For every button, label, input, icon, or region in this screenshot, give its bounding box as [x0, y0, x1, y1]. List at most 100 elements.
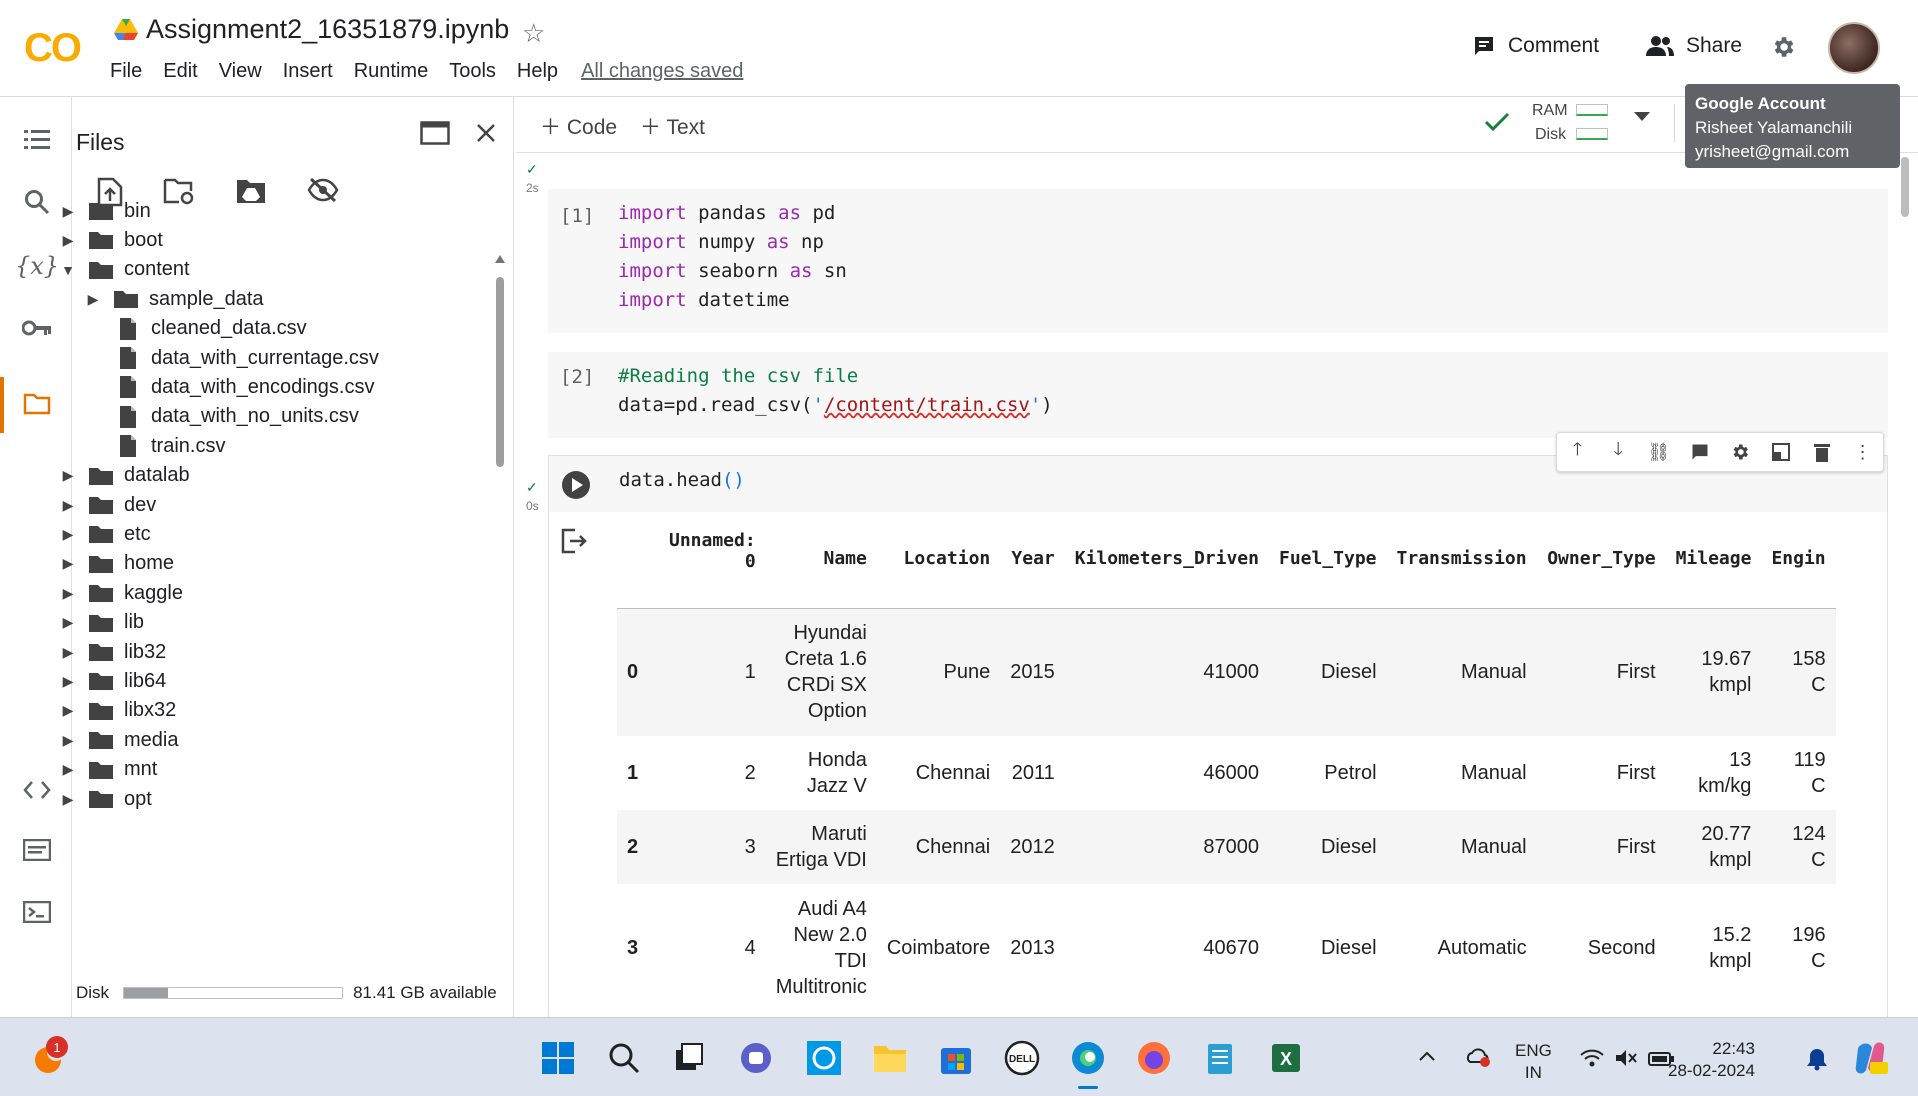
- hide-files-icon[interactable]: [307, 177, 339, 207]
- share-button[interactable]: Share: [1646, 34, 1742, 58]
- move-down-icon[interactable]: 🡓: [1604, 438, 1632, 466]
- resources-dropdown-icon[interactable]: [1634, 112, 1650, 122]
- cortana-icon[interactable]: [806, 1040, 842, 1076]
- expand-arrow-icon[interactable]: ▶: [56, 761, 80, 778]
- menu-edit[interactable]: Edit: [163, 60, 197, 83]
- column-header: Unnamed: 0: [659, 510, 766, 609]
- comment-button[interactable]: Comment: [1472, 34, 1599, 58]
- code-cell-1[interactable]: [1] import pandas as pd import numpy as …: [548, 189, 1888, 333]
- notepad-icon[interactable]: [1202, 1040, 1238, 1076]
- variables-icon[interactable]: {𝑥}: [15, 249, 59, 283]
- firefox-icon[interactable]: [1136, 1040, 1172, 1076]
- tooltip-name: Risheet Yalamanchili: [1695, 118, 1853, 137]
- share-label: Share: [1686, 34, 1743, 57]
- comment-cell-icon[interactable]: [1686, 438, 1714, 466]
- menu-insert[interactable]: Insert: [283, 60, 333, 83]
- taskbar-search-icon[interactable]: [606, 1040, 642, 1076]
- terminal-icon[interactable]: [20, 895, 54, 929]
- folder-icon: [89, 526, 113, 544]
- onedrive-error-icon[interactable]: [1466, 1046, 1492, 1068]
- column-header: Engin: [1761, 510, 1836, 609]
- notebook-title[interactable]: Assignment2_16351879.ipynb: [146, 14, 509, 45]
- expand-arrow-icon[interactable]: ▶: [56, 497, 80, 514]
- account-avatar[interactable]: [1828, 22, 1880, 74]
- collapse-arrow-icon[interactable]: ▼: [56, 262, 80, 278]
- input-language[interactable]: ENG IN: [1515, 1040, 1552, 1084]
- expand-arrow-icon[interactable]: ▶: [56, 702, 80, 719]
- folder-icon: [89, 614, 113, 632]
- close-panel-icon[interactable]: [476, 123, 496, 143]
- colab-logo[interactable]: CO: [24, 26, 82, 71]
- expand-arrow-icon[interactable]: ▶: [81, 291, 105, 308]
- refresh-folder-icon[interactable]: [163, 177, 195, 207]
- cell-settings-icon[interactable]: [1726, 438, 1754, 466]
- expand-arrow-icon[interactable]: ▶: [56, 614, 80, 631]
- output-actions-icon[interactable]: [561, 528, 589, 554]
- code-snippets-icon[interactable]: [20, 773, 54, 807]
- run-cell-button[interactable]: [561, 470, 591, 500]
- menu-view[interactable]: View: [219, 60, 262, 83]
- tree-item-label: lib: [124, 611, 145, 634]
- files-panel-title: Files: [76, 129, 125, 155]
- notebook-scrollbar[interactable]: [1897, 153, 1913, 1013]
- table-of-contents-icon[interactable]: [20, 123, 54, 157]
- disk-usage: Disk 81.41 GB available: [76, 983, 497, 1003]
- move-up-icon[interactable]: 🡑: [1563, 438, 1591, 466]
- expand-arrow-icon[interactable]: ▶: [56, 732, 80, 749]
- command-palette-icon[interactable]: [20, 833, 54, 867]
- menu-file[interactable]: File: [110, 60, 142, 83]
- expand-arrow-icon[interactable]: ▶: [56, 791, 80, 808]
- more-options-icon[interactable]: ⋮: [1849, 438, 1877, 466]
- code-editor[interactable]: data.head(): [619, 466, 745, 495]
- table-cell: 2012: [1000, 810, 1065, 884]
- wifi-icon[interactable]: [1580, 1048, 1604, 1068]
- expand-arrow-icon[interactable]: ▶: [56, 585, 80, 602]
- code-editor[interactable]: import pandas as pd import numpy as np i…: [618, 199, 847, 315]
- folder-icon: [89, 497, 113, 514]
- secrets-key-icon[interactable]: [20, 311, 54, 345]
- clock[interactable]: 22:43 28-02-2024: [1668, 1038, 1755, 1082]
- excel-icon[interactable]: X: [1268, 1040, 1304, 1076]
- table-cell: Petrol: [1268, 736, 1387, 810]
- expand-arrow-icon[interactable]: ▶: [56, 644, 80, 661]
- microsoft-store-icon[interactable]: [938, 1040, 974, 1076]
- code-cell-2[interactable]: [2] #Reading the csv file data=pd.read_c…: [548, 352, 1888, 438]
- files-folder-icon[interactable]: [20, 387, 54, 421]
- teams-icon[interactable]: [738, 1040, 774, 1076]
- menu-runtime[interactable]: Runtime: [354, 60, 428, 83]
- add-text-button[interactable]: ＋ Text: [640, 111, 705, 141]
- code-editor[interactable]: #Reading the csv file data=pd.read_csv('…: [618, 362, 1053, 420]
- mount-drive-icon[interactable]: [235, 177, 267, 207]
- mirror-cell-icon[interactable]: [1767, 438, 1795, 466]
- edge-browser-icon[interactable]: [1070, 1040, 1106, 1076]
- expand-arrow-icon[interactable]: ▶: [56, 467, 80, 484]
- file-explorer-icon[interactable]: [872, 1040, 908, 1076]
- delete-cell-icon[interactable]: [1808, 438, 1836, 466]
- expand-arrow-icon[interactable]: ▶: [56, 673, 80, 690]
- start-menu-icon[interactable]: [540, 1040, 576, 1076]
- file-tree-scrollbar[interactable]: [495, 255, 505, 1045]
- dell-icon[interactable]: DELL: [1004, 1040, 1040, 1076]
- copilot-icon[interactable]: [1852, 1040, 1888, 1076]
- show-hidden-icons-chevron[interactable]: [1418, 1050, 1436, 1062]
- settings-gear-icon[interactable]: [1770, 34, 1796, 60]
- expand-arrow-icon[interactable]: ▶: [56, 232, 80, 249]
- search-icon[interactable]: [20, 185, 54, 219]
- volume-muted-icon[interactable]: [1614, 1048, 1638, 1068]
- save-status-link[interactable]: All changes saved: [581, 60, 743, 83]
- connected-check-icon[interactable]: [1484, 112, 1510, 132]
- notifications-bell-icon[interactable]: [1806, 1047, 1828, 1071]
- open-in-tab-icon[interactable]: [420, 121, 450, 145]
- menu-bar: File Edit View Insert Runtime Tools Help…: [110, 60, 743, 83]
- star-icon[interactable]: ☆: [522, 18, 545, 49]
- menu-help[interactable]: Help: [517, 60, 558, 83]
- tree-folder[interactable]: ▶ opt: [56, 781, 152, 817]
- task-view-icon[interactable]: [672, 1040, 708, 1076]
- expand-arrow-icon[interactable]: ▶: [56, 555, 80, 572]
- add-code-button[interactable]: ＋ Code: [540, 111, 617, 141]
- expand-arrow-icon[interactable]: ▶: [56, 526, 80, 543]
- expand-arrow-icon[interactable]: ▶: [56, 203, 80, 220]
- menu-tools[interactable]: Tools: [449, 60, 496, 83]
- cell-3-success-icon: ✓: [526, 479, 538, 495]
- link-icon[interactable]: ⛓: [1645, 438, 1673, 466]
